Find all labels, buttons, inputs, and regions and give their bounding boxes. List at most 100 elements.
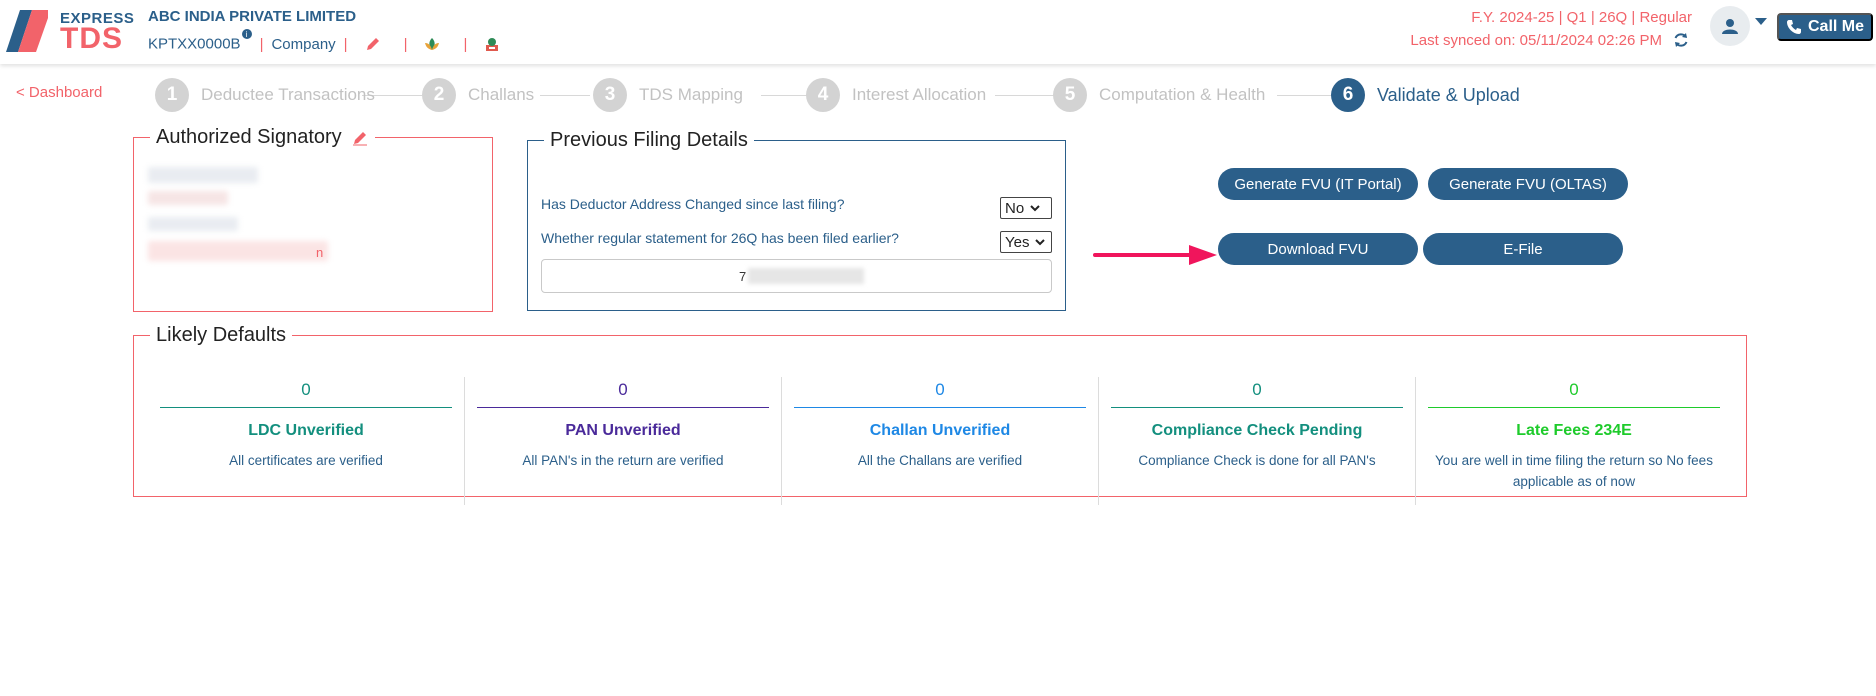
redacted-pan: [148, 217, 238, 231]
user-menu-chevron-down-icon[interactable]: [1755, 18, 1767, 25]
download-fvu-button[interactable]: Download FVU: [1218, 233, 1418, 265]
step-number: 1: [155, 78, 189, 112]
card-divider: [794, 407, 1086, 408]
default-card-challan[interactable]: 0 Challan Unverified All the Challans ar…: [781, 377, 1098, 505]
company-subline: KPTXX0000Bi | Company | | |: [148, 29, 501, 53]
info-icon[interactable]: i: [241, 29, 252, 40]
step-number: 6: [1331, 78, 1365, 112]
leaf-icon[interactable]: [423, 35, 441, 53]
phone-icon: [1786, 20, 1801, 34]
default-title: Late Fees 234E: [1516, 422, 1632, 439]
step-number: 3: [593, 78, 627, 112]
regular-statement-question: Whether regular statement for 26Q has be…: [541, 230, 899, 246]
default-title: PAN Unverified: [565, 422, 681, 439]
express-tds-logo[interactable]: EXPRESS TDS: [6, 8, 134, 55]
last-synced-text: Last synced on: 05/11/2024 02:26 PM: [1410, 31, 1662, 49]
card-divider: [160, 407, 452, 408]
regular-statement-select[interactable]: Yes: [1000, 231, 1052, 253]
default-title: LDC Unverified: [248, 422, 364, 439]
separator: |: [463, 35, 468, 53]
step-label: TDS Mapping: [639, 85, 743, 104]
edit-pencil-icon[interactable]: [351, 129, 369, 147]
chevron-down-icon: [1035, 239, 1046, 246]
user-icon: [1722, 19, 1738, 34]
step-deductee-transactions[interactable]: 1 Deductee Transactions: [155, 78, 375, 112]
tan-number: KPTXX0000Bi: [148, 29, 252, 53]
panel-title: Authorized Signatory: [156, 126, 342, 148]
default-count: 0: [618, 380, 628, 399]
step-connector: [761, 95, 811, 96]
email-tail: n: [316, 245, 324, 260]
tan-text: KPTXX0000B: [148, 35, 241, 53]
certificate-icon[interactable]: [483, 35, 501, 53]
default-card-late-fees[interactable]: 0 Late Fees 234E You are well in time fi…: [1415, 377, 1732, 505]
step-interest-allocation[interactable]: 4 Interest Allocation: [806, 78, 986, 112]
default-count: 0: [1252, 380, 1262, 399]
default-desc: All PAN's in the return are verified: [522, 453, 724, 468]
default-count: 0: [1569, 380, 1579, 399]
address-changed-select[interactable]: No: [1000, 197, 1052, 219]
redacted-receipt: [748, 268, 865, 284]
address-changed-question: Has Deductor Address Changed since last …: [541, 196, 845, 212]
step-number: 5: [1053, 78, 1087, 112]
previous-filing-title: Previous Filing Details: [550, 129, 748, 151]
default-card-compliance[interactable]: 0 Compliance Check Pending Compliance Ch…: [1098, 377, 1415, 505]
logo-mark-icon: [6, 10, 48, 52]
step-validate-upload[interactable]: 6 Validate & Upload: [1331, 78, 1520, 112]
default-desc: All the Challans are verified: [857, 453, 1023, 468]
step-connector: [1277, 95, 1332, 96]
default-card-ldc[interactable]: 0 LDC Unverified All certificates are ve…: [148, 377, 464, 505]
default-count: 0: [301, 380, 311, 399]
top-header: EXPRESS TDS ABC INDIA PRIVATE LIMITED KP…: [0, 0, 1876, 64]
call-me-button[interactable]: Call Me: [1777, 13, 1873, 41]
edit-icon[interactable]: [364, 35, 382, 53]
redacted-email: [148, 241, 328, 261]
default-desc: You are well in time filing the return s…: [1435, 453, 1713, 489]
step-connector: [995, 95, 1060, 96]
step-number: 2: [422, 78, 456, 112]
step-computation-health[interactable]: 5 Computation & Health: [1053, 78, 1265, 112]
receipt-number-value: 7: [739, 268, 747, 284]
step-connector: [540, 95, 590, 96]
likely-defaults-panel: Likely Defaults 0 LDC Unverified All cer…: [133, 324, 1747, 505]
authorized-signatory-panel: Authorized Signatory n: [133, 126, 493, 312]
card-divider: [1111, 407, 1403, 408]
generate-fvu-it-portal-button[interactable]: Generate FVU (IT Portal): [1218, 168, 1418, 200]
dashboard-back-link[interactable]: < Dashboard: [16, 84, 102, 101]
redacted-designation: [148, 191, 228, 205]
receipt-number-input[interactable]: 7: [541, 259, 1052, 293]
entity-type: Company: [271, 35, 336, 53]
step-label: Computation & Health: [1099, 85, 1266, 104]
sync-status: Last synced on: 05/11/2024 02:26 PM: [1410, 31, 1690, 49]
refresh-icon[interactable]: [1672, 31, 1690, 49]
user-avatar[interactable]: [1710, 6, 1750, 46]
likely-defaults-cards: 0 LDC Unverified All certificates are ve…: [148, 377, 1732, 505]
step-tds-mapping[interactable]: 3 TDS Mapping: [593, 78, 743, 112]
logo-tds-text: TDS: [60, 22, 123, 55]
default-desc: All certificates are verified: [229, 453, 383, 468]
company-name: ABC INDIA PRIVATE LIMITED: [148, 8, 357, 25]
default-card-pan[interactable]: 0 PAN Unverified All PAN's in the return…: [464, 377, 781, 505]
step-label: Interest Allocation: [852, 85, 987, 104]
likely-defaults-title: Likely Defaults: [156, 324, 287, 346]
arrow-pointer-icon: [1093, 245, 1217, 265]
authorized-signatory-title: Authorized Signatory: [150, 126, 375, 149]
select-value: No: [1005, 199, 1025, 217]
default-title: Compliance Check Pending: [1151, 422, 1363, 439]
default-desc: Compliance Check is done for all PAN's: [1138, 453, 1376, 468]
select-value: Yes: [1005, 233, 1030, 251]
step-number: 4: [806, 78, 840, 112]
card-divider: [477, 407, 769, 408]
generate-fvu-oltas-button[interactable]: Generate FVU (OLTAS): [1428, 168, 1628, 200]
step-label: Deductee Transactions: [201, 85, 375, 104]
separator: |: [403, 35, 408, 53]
card-divider: [1428, 407, 1720, 408]
step-label: Challans: [468, 85, 535, 104]
separator: |: [343, 35, 348, 53]
step-label: Validate & Upload: [1377, 84, 1520, 105]
e-file-button[interactable]: E-File: [1423, 233, 1623, 265]
previous-filing-panel: Previous Filing Details Has Deductor Add…: [527, 129, 1066, 311]
step-challans[interactable]: 2 Challans: [422, 78, 534, 112]
redacted-name: [148, 167, 258, 183]
chevron-down-icon: [1030, 205, 1040, 212]
